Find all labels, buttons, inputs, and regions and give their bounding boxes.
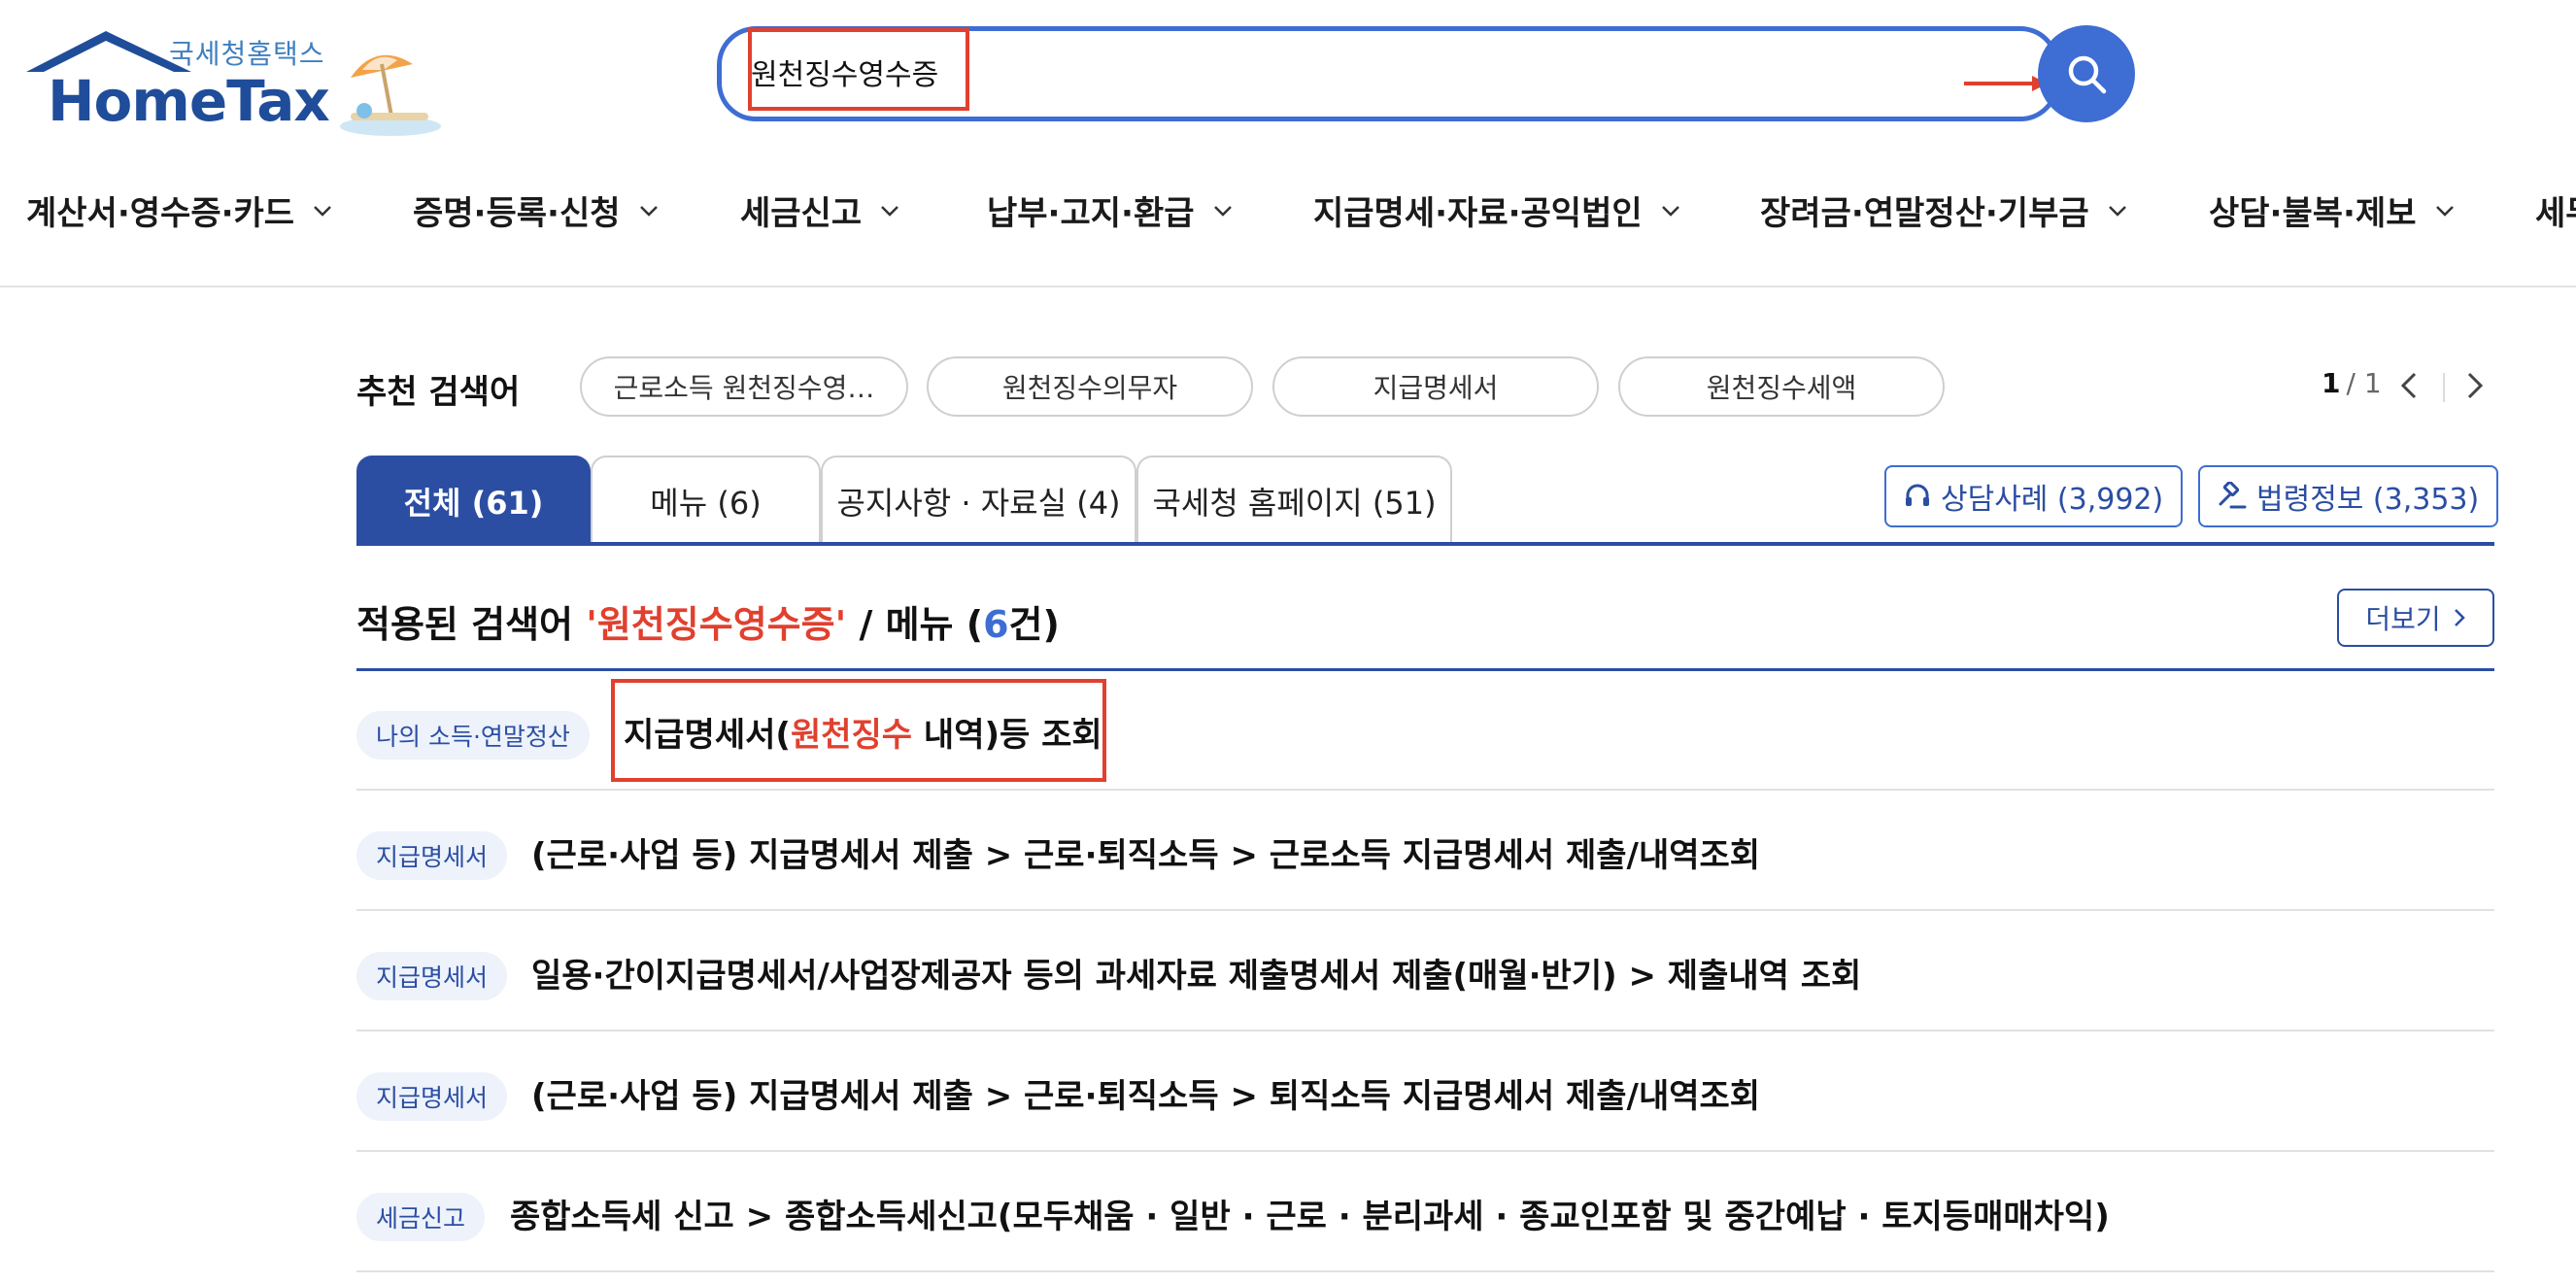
applied-count: 6 (983, 603, 1009, 646)
recommend-chip[interactable]: 근로소득 원천징수영… (580, 356, 908, 417)
result-row[interactable]: 지급명세서 (근로·사업 등) 지급명세서 제출 > 근로·퇴직소득 > 퇴직소… (356, 1031, 2494, 1152)
tab-menu[interactable]: 메뉴 (6) (591, 456, 821, 545)
nav-item-label: 장려금·연말정산·기부금 (1760, 194, 2089, 233)
nav-item-label: 지급명세·자료·공익법인 (1313, 194, 1643, 233)
headset-icon (1906, 484, 1929, 506)
consult-cases-button[interactable]: 상담사례 (3,992) (1884, 465, 2184, 527)
result-title[interactable]: 일용·간이지급명세서/사업장제공자 등의 과세자료 제출명세서 제출(매월·반기… (531, 952, 1861, 1000)
nav-item-label: 납부·고지·환급 (987, 194, 1195, 233)
result-row[interactable]: 지급명세서 (근로·사업 등) 지급명세서 제출 > 근로·퇴직소득 > 근로소… (356, 791, 2494, 911)
tab-all[interactable]: 전체 (61) (356, 456, 591, 545)
applied-prefix: 적용된 검색어 (356, 603, 587, 646)
result-row[interactable]: 세금신고 종합소득세 신고 > 종합소득세신고(모두채움 · 일반 · 근로 ·… (356, 1152, 2494, 1272)
search-button[interactable] (2038, 25, 2135, 122)
result-title-part: 종합소득세 신고 > 종합소득세신고(모두채움 · 일반 · 근로 · 분리과세… (510, 1198, 2110, 1236)
chevron-right-icon (2454, 609, 2465, 626)
result-category-tag: 나의 소득·연말정산 (356, 711, 590, 760)
nav-item-label: 증명·등록·신청 (413, 194, 621, 233)
chevron-down-icon (1213, 205, 1232, 217)
nav-item-payment[interactable]: 납부·고지·환급 (987, 186, 1234, 234)
nav-item-tax-agent[interactable]: 세무 (2535, 186, 2576, 234)
chevron-down-icon (2108, 205, 2126, 217)
logo-subtitle: 국세청홈택스 (169, 38, 325, 70)
result-title-part: (근로·사업 등) 지급명세서 제출 > 근로·퇴직소득 > 근로소득 지급명세… (531, 836, 1761, 875)
result-category-tag: 지급명세서 (356, 1072, 508, 1121)
applied-middle: / 메뉴 ( (846, 603, 984, 646)
consult-cases-label: 상담사례 (3,992) (1941, 483, 2164, 517)
more-label: 더보기 (2365, 603, 2441, 635)
chevron-down-icon (881, 205, 899, 217)
recommend-chip[interactable]: 원천징수세액 (1618, 356, 1945, 417)
law-info-button[interactable]: 법령정보 (3,353) (2198, 465, 2499, 527)
main-nav: 계산서·영수증·카드 증명·등록·신청 세금신고 납부·고지·환급 지급명세·자… (0, 175, 2576, 287)
pager-total: / 1 (2346, 367, 2382, 399)
chevron-down-icon (639, 205, 658, 217)
nav-item-label: 세무 (2535, 194, 2576, 233)
result-title-part: (근로·사업 등) 지급명세서 제출 > 근로·퇴직소득 > 퇴직소득 지급명세… (531, 1077, 1761, 1116)
recommend-pager: 1 / 1 (2322, 367, 2382, 399)
nav-item-tax-filing[interactable]: 세금신고 (740, 186, 900, 234)
applied-keyword: '원천징수영수증' (586, 603, 847, 646)
logo-title: HomeTax (48, 68, 330, 134)
chevron-down-icon (2435, 205, 2454, 217)
nav-item-label: 세금신고 (740, 194, 863, 233)
nav-item-payment-statement[interactable]: 지급명세·자료·공익법인 (1313, 186, 1681, 234)
applied-search-heading: 적용된 검색어 '원천징수영수증' / 메뉴 (6건) (356, 594, 1060, 648)
result-title[interactable]: 종합소득세 신고 > 종합소득세신고(모두채움 · 일반 · 근로 · 분리과세… (510, 1193, 2110, 1241)
more-button[interactable]: 더보기 (2337, 589, 2494, 647)
pager-current: 1 (2322, 367, 2341, 399)
result-category-tag: 지급명세서 (356, 831, 508, 880)
chevron-down-icon (314, 205, 331, 217)
recommend-title: 추천 검색어 (356, 373, 521, 412)
nav-item-consult[interactable]: 상담·불복·제보 (2209, 186, 2456, 234)
recommend-chip[interactable]: 지급명세서 (1272, 356, 1599, 417)
result-highlight-box (611, 679, 1106, 782)
recommend-chip[interactable]: 원천징수의무자 (927, 356, 1253, 417)
result-title-part: 일용·간이지급명세서/사업장제공자 등의 과세자료 제출명세서 제출(매월·반기… (531, 957, 1862, 996)
tabs-underline (356, 542, 2494, 546)
result-category-tag: 세금신고 (356, 1193, 486, 1241)
result-title[interactable]: (근로·사업 등) 지급명세서 제출 > 근로·퇴직소득 > 근로소득 지급명세… (531, 831, 1760, 880)
nav-item-invoice[interactable]: 계산서·영수증·카드 (26, 186, 333, 234)
result-category-tag: 지급명세서 (356, 952, 508, 1000)
applied-suffix: 건) (1008, 603, 1060, 646)
gavel-icon (2219, 482, 2247, 509)
nav-item-certificate[interactable]: 증명·등록·신청 (413, 186, 660, 234)
nav-item-year-end[interactable]: 장려금·연말정산·기부금 (1760, 186, 2128, 234)
chevron-left-icon[interactable] (2395, 369, 2424, 402)
nav-item-label: 상담·불복·제보 (2209, 194, 2417, 233)
law-info-label: 법령정보 (3,353) (2256, 483, 2480, 517)
hometax-logo[interactable]: 국세청홈택스 HomeTax (26, 27, 444, 136)
pager-divider (2443, 373, 2445, 402)
tab-nts-homepage[interactable]: 국세청 홈페이지 (51) (1136, 456, 1452, 545)
chevron-right-icon[interactable] (2459, 369, 2489, 402)
result-title[interactable]: (근로·사업 등) 지급명세서 제출 > 근로·퇴직소득 > 퇴직소득 지급명세… (531, 1072, 1760, 1121)
nav-item-label: 계산서·영수증·카드 (26, 194, 295, 233)
chevron-down-icon (1661, 205, 1679, 217)
search-term-highlight-box (748, 28, 969, 111)
result-row[interactable]: 지급명세서 일용·간이지급명세서/사업장제공자 등의 과세자료 제출명세서 제출… (356, 911, 2494, 1031)
red-arrow-icon (1964, 76, 2048, 91)
beach-umbrella-icon (340, 54, 441, 136)
search-icon (2068, 55, 2107, 94)
tab-notice[interactable]: 공지사항 · 자료실 (4) (821, 456, 1136, 545)
